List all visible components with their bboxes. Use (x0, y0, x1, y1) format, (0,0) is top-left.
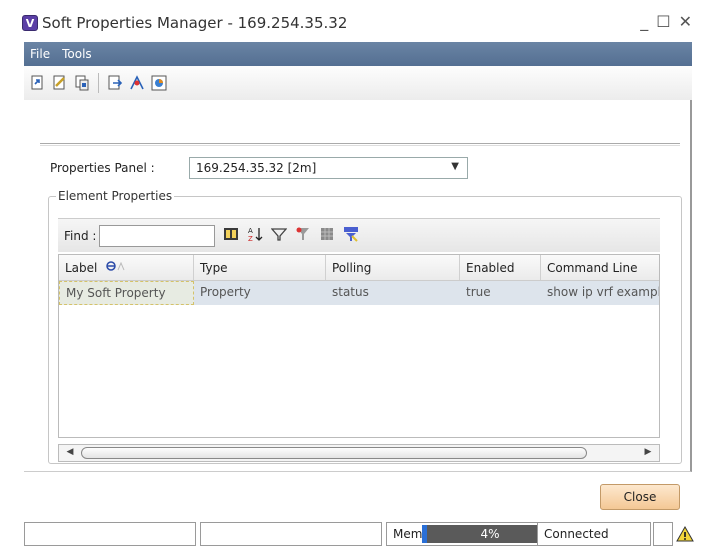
merge-icon[interactable] (129, 75, 145, 91)
sort-indicator-icon (105, 260, 125, 275)
properties-panel-label: Properties Panel : (50, 161, 155, 175)
import-icon[interactable] (30, 75, 46, 91)
cell-enabled[interactable]: true (460, 281, 541, 305)
close-window-button[interactable]: ✕ (679, 12, 692, 31)
find-label: Find : (64, 228, 97, 243)
svg-text:Z: Z (248, 235, 253, 242)
horizontal-scrollbar[interactable]: ◀ ▶ (58, 444, 660, 462)
status-cell-empty (653, 522, 673, 546)
scroll-left-icon[interactable]: ◀ (63, 447, 77, 459)
title-bar: V Soft Properties Manager - 169.254.35.3… (22, 8, 692, 38)
divider (40, 143, 680, 146)
find-bar: Find : AZ (58, 218, 660, 252)
properties-table: Label Type Polling Enabled Command Line … (58, 254, 660, 438)
column-header-type[interactable]: Type (194, 255, 326, 280)
menu-bar: File Tools (24, 42, 692, 66)
status-cell-2 (200, 522, 382, 546)
report-icon[interactable] (151, 75, 167, 91)
chevron-down-icon: ▼ (451, 161, 459, 172)
advanced-filter-icon[interactable] (343, 226, 359, 245)
minimize-button[interactable]: _ (640, 12, 648, 31)
find-input[interactable] (99, 224, 216, 247)
close-button[interactable]: Close (600, 484, 680, 510)
copy-icon[interactable] (74, 75, 90, 91)
column-header-enabled[interactable]: Enabled (460, 255, 541, 280)
sort-az-icon[interactable]: AZ (247, 226, 263, 245)
status-bar: Memory: 4% Connected (24, 522, 696, 546)
filter-icon[interactable] (271, 226, 288, 245)
column-header-command-line[interactable]: Command Line (541, 255, 659, 280)
toolbar-separator (98, 73, 99, 93)
cell-type[interactable]: Property (194, 281, 326, 305)
memory-bar-fill (422, 525, 428, 543)
properties-panel-value: 169.254.35.32 [2m] (196, 161, 317, 175)
memory-value: 4% (480, 527, 500, 541)
scroll-right-icon[interactable]: ▶ (641, 447, 655, 459)
maximize-button[interactable]: ☐ (656, 12, 670, 31)
column-header-polling[interactable]: Polling (326, 255, 460, 280)
grid-settings-icon[interactable] (319, 226, 335, 245)
memory-indicator: Memory: 4% (386, 522, 560, 546)
column-header-label[interactable]: Label (59, 255, 194, 280)
window-title: Soft Properties Manager - 169.254.35.32 (42, 14, 348, 32)
table-row[interactable]: My Soft Property Property status true sh… (59, 281, 659, 305)
menu-tools[interactable]: Tools (62, 47, 92, 61)
scroll-thumb[interactable] (81, 447, 587, 459)
menu-file[interactable]: File (30, 47, 50, 61)
app-logo-icon: V (22, 15, 38, 31)
filter-clear-icon[interactable] (295, 226, 311, 245)
edit-icon[interactable] (52, 75, 68, 91)
table-header: Label Type Polling Enabled Command Line (59, 255, 659, 281)
element-properties-legend: Element Properties (56, 189, 175, 203)
cell-command-line[interactable]: show ip vrf example (541, 281, 659, 305)
warning-icon[interactable] (675, 522, 695, 546)
properties-panel-select[interactable]: 169.254.35.32 [2m] ▼ (189, 157, 468, 179)
svg-text:A: A (248, 227, 253, 235)
toolbar (24, 66, 692, 100)
status-cell-1 (24, 522, 196, 546)
connection-status: Connected (537, 522, 651, 546)
column-chooser-icon[interactable] (223, 226, 239, 245)
export-icon[interactable] (107, 75, 123, 91)
cell-polling[interactable]: status (326, 281, 460, 305)
cell-label[interactable]: My Soft Property (59, 281, 194, 305)
